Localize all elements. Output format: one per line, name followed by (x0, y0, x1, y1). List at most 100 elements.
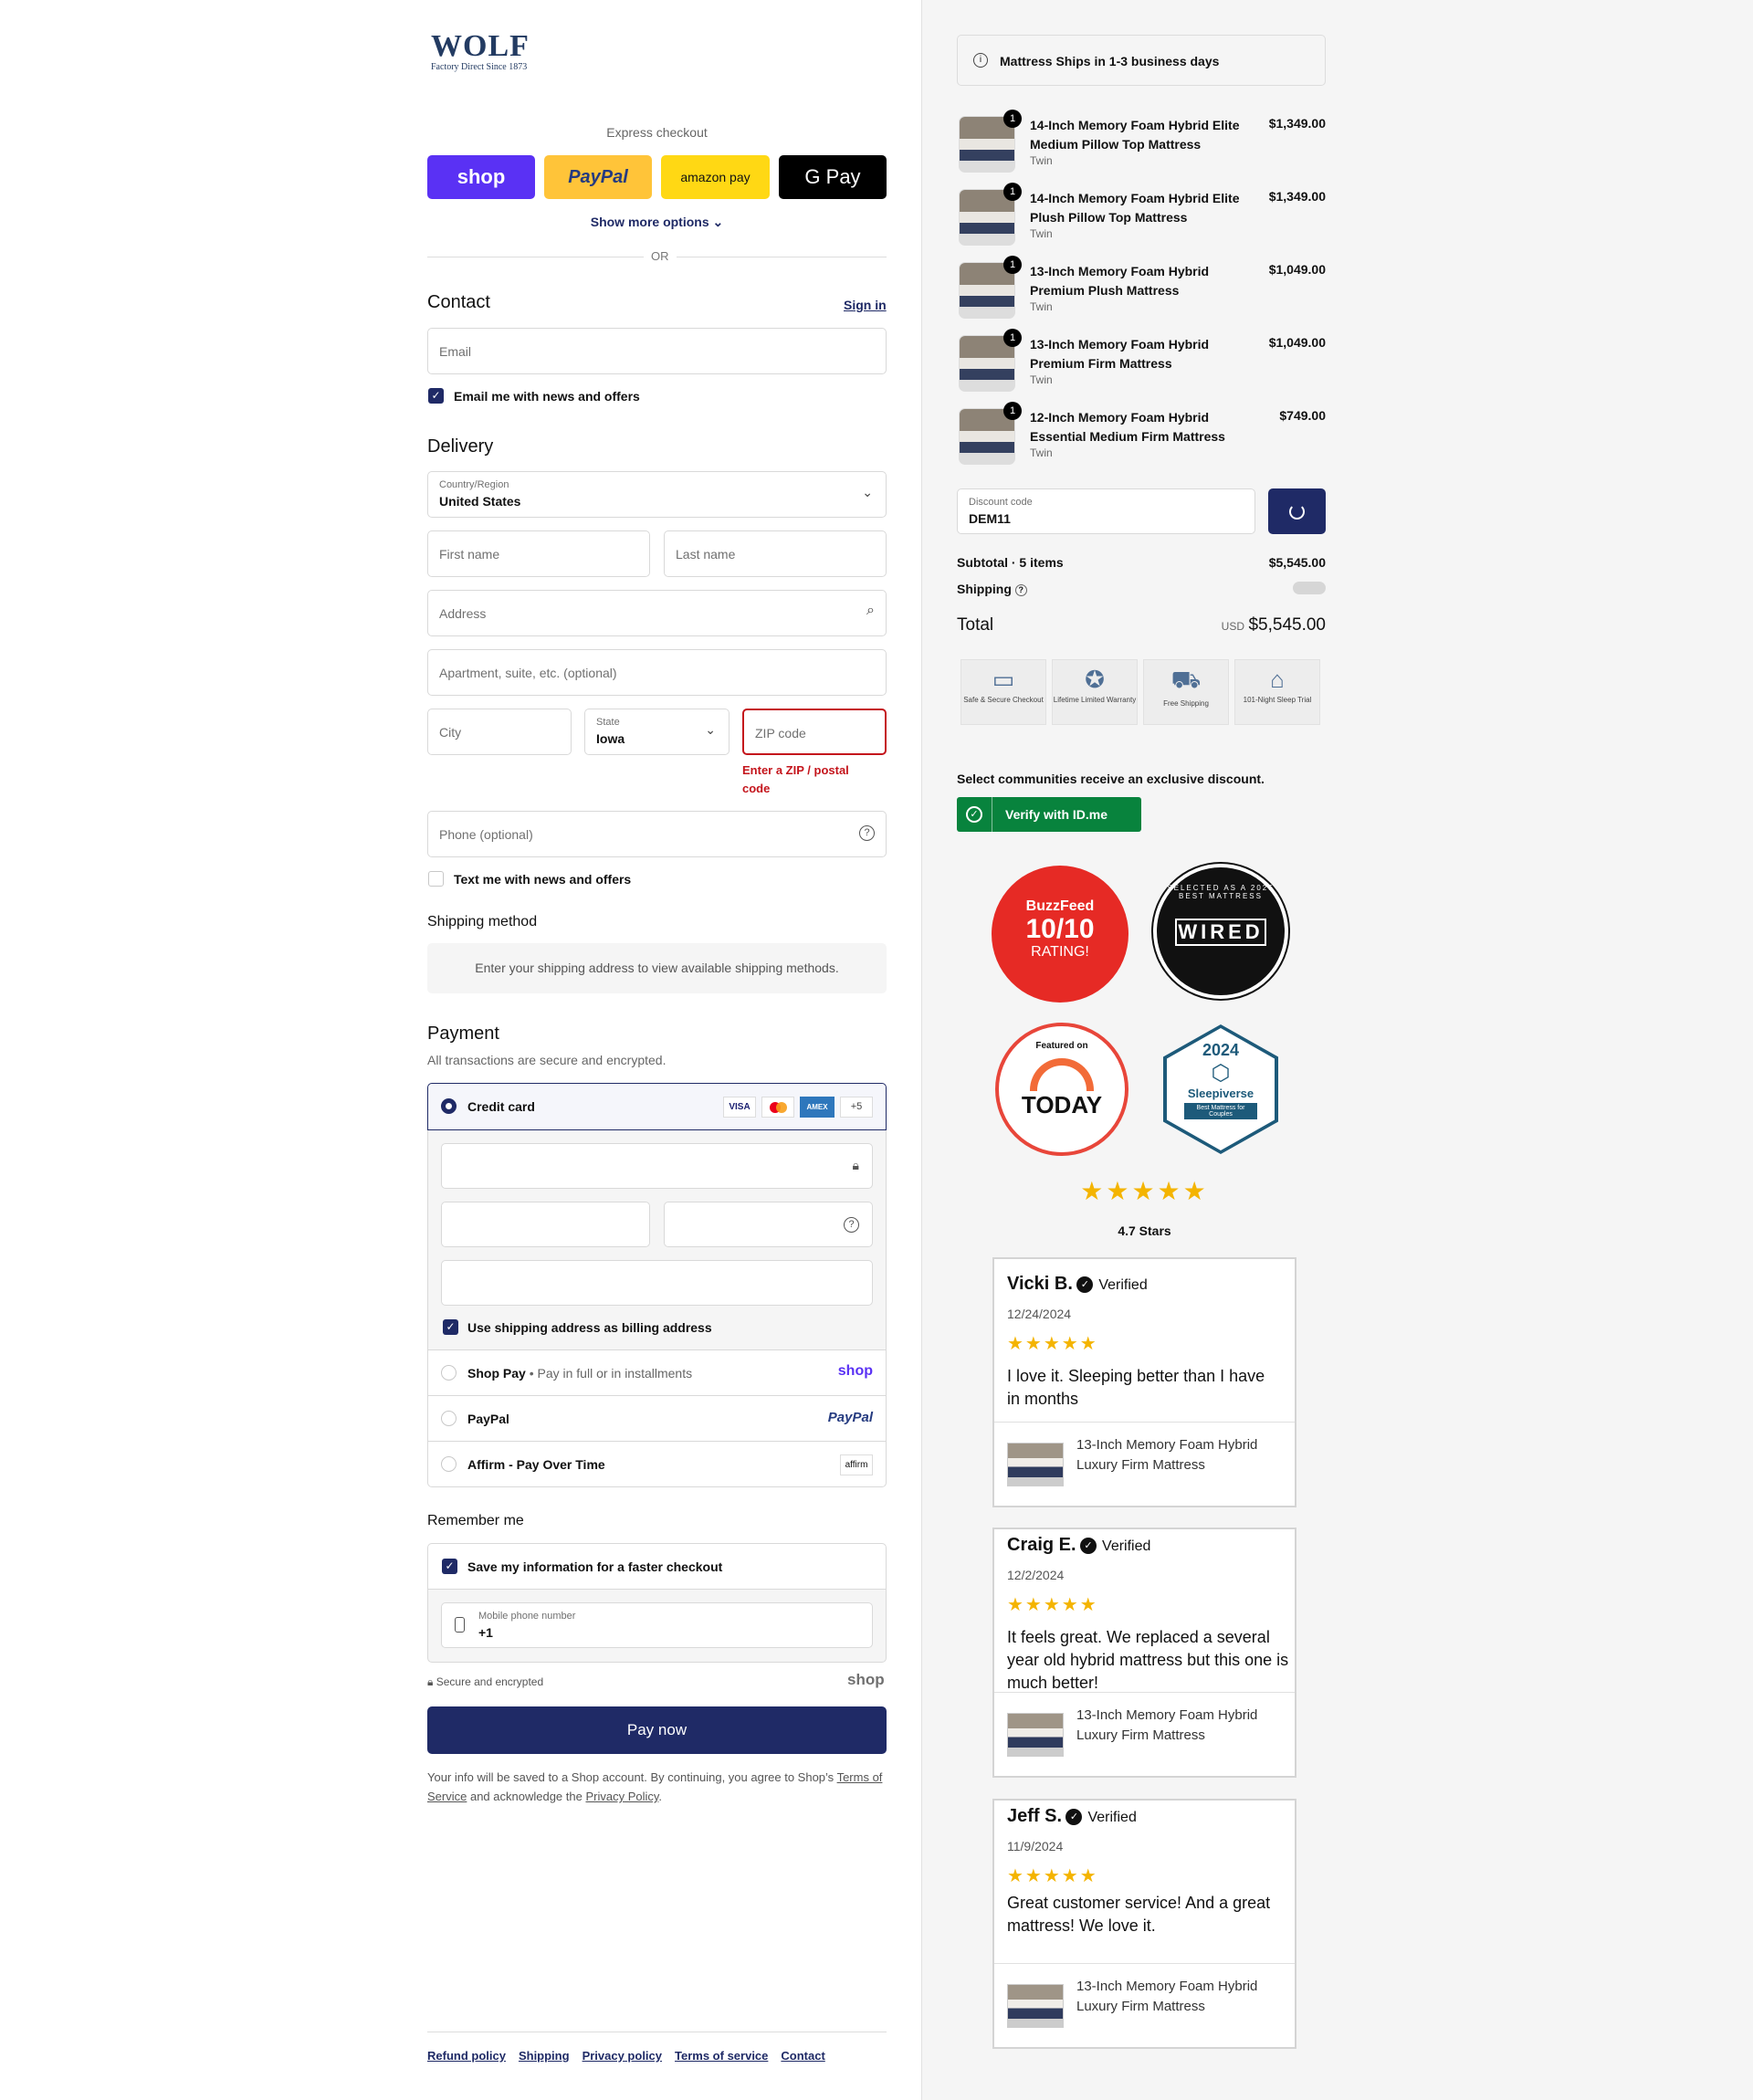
brand-logo[interactable]: WOLF Factory Direct Since 1873 (431, 29, 530, 72)
email-news-checkbox[interactable]: ✓ (428, 388, 444, 404)
review-stars: ★★★★★ (1007, 1595, 1098, 1615)
reviewer-name: Vicki B. (1007, 1274, 1073, 1294)
mobile-phone-field[interactable]: Mobile phone number +1 (441, 1602, 873, 1648)
search-icon: ⌕ (866, 603, 875, 618)
email-field[interactable]: Email (427, 328, 887, 374)
save-info-row[interactable]: ✓ Save my information for a faster check… (427, 1543, 887, 1590)
google-pay-express-button[interactable]: G Pay (779, 155, 887, 199)
credit-card-radio[interactable] (441, 1098, 457, 1114)
expiration-field[interactable] (441, 1202, 650, 1247)
review-stars: ★★★★★ (1007, 1334, 1098, 1354)
verified-icon: ✓ (1065, 1809, 1083, 1825)
billing-same-checkbox[interactable]: ✓ (443, 1319, 458, 1335)
zip-error: Enter a ZIP / postal code (742, 763, 849, 795)
paypal-label: PayPal (467, 1412, 509, 1426)
apply-discount-button[interactable] (1268, 488, 1326, 534)
quantity-badge: 1 (1003, 256, 1022, 274)
paypal-express-button[interactable]: PayPal (544, 155, 652, 199)
zip-field[interactable]: ZIP code (742, 709, 887, 755)
phone-field[interactable]: Phone (optional) ? (427, 811, 887, 857)
save-info-checkbox[interactable]: ✓ (442, 1559, 457, 1574)
discount-value: DEM11 (969, 511, 1011, 526)
sign-in-link[interactable]: Sign in (844, 298, 887, 312)
discount-label: Discount code (969, 497, 1033, 508)
quantity-badge: 1 (1003, 329, 1022, 347)
affirm-radio[interactable] (441, 1456, 457, 1472)
email-placeholder: Email (439, 344, 472, 359)
privacy-policy-link[interactable]: Privacy policy (583, 2049, 662, 2063)
show-more-options-label: Show more options (590, 215, 709, 229)
remember-heading: Remember me (427, 1513, 524, 1528)
wired-name: WIRED (1175, 919, 1266, 946)
contact-link[interactable]: Contact (781, 2049, 824, 2063)
review-product-title: 13-Inch Memory Foam Hybrid Luxury Firm M… (1076, 1979, 1258, 2014)
buzzfeed-label: RATING! (1031, 944, 1089, 960)
bed-icon: ⌂ (1270, 666, 1285, 693)
verify-idme-button[interactable]: ✓ Verify with ID.me (957, 797, 1141, 832)
check-icon: ✓ (966, 806, 982, 823)
help-icon[interactable]: ? (1014, 583, 1027, 596)
verified-label: Verified (1087, 1810, 1137, 1825)
express-title: Express checkout (606, 125, 708, 140)
apartment-field[interactable]: Apartment, suite, etc. (optional) (427, 649, 887, 696)
first-name-placeholder: First name (439, 547, 500, 562)
shop-pay-option[interactable]: Shop Pay • Pay in full or in installment… (427, 1350, 887, 1396)
show-more-options-link[interactable]: Show more options ⌄ (427, 215, 887, 230)
buzzfeed-name: BuzzFeed (1025, 898, 1095, 914)
payment-subtitle: All transactions are secure and encrypte… (427, 1053, 667, 1067)
wired-ring-text: SELECTED AS A 2025 BEST MATTRESS (1167, 884, 1275, 900)
help-icon[interactable]: ? (859, 825, 875, 841)
item-variant: Twin (1030, 300, 1053, 313)
credit-card-option[interactable]: Credit card VISA AMEX +5 (427, 1083, 887, 1130)
city-field[interactable]: City (427, 709, 572, 755)
paypal-option[interactable]: PayPal PayPal (427, 1396, 887, 1442)
item-title: 14-Inch Memory Foam Hybrid Elite Plush P… (1030, 191, 1240, 225)
country-select[interactable]: Country/Region United States ⌄ (427, 471, 887, 518)
last-name-field[interactable]: Last name (664, 530, 887, 577)
logo-text: WOLF (431, 29, 530, 63)
discount-code-field[interactable]: Discount code DEM11 (957, 488, 1255, 534)
contact-heading: Contact (427, 292, 490, 312)
card-number-field[interactable]: 🔒︎ (441, 1143, 873, 1189)
shop-pay-express-button[interactable]: shop (427, 155, 535, 199)
product-image: 1 (959, 183, 1022, 246)
refund-policy-link[interactable]: Refund policy (427, 2049, 506, 2063)
shipping-notice: i Mattress Ships in 1-3 business days (957, 35, 1326, 86)
text-news-checkbox[interactable] (428, 871, 444, 887)
address-field[interactable]: Address ⌕ (427, 590, 887, 636)
verified-label: Verified (1102, 1538, 1151, 1554)
review-product: 13-Inch Memory Foam Hybrid Luxury Firm M… (994, 1422, 1295, 1506)
truck-icon: ⛟ (1170, 666, 1202, 693)
total-value: USD $5,545.00 (1187, 615, 1326, 635)
currency-code: USD (1221, 620, 1245, 633)
terms-of-service-link[interactable]: Terms of service (675, 2049, 768, 2063)
apartment-placeholder: Apartment, suite, etc. (optional) (439, 666, 617, 680)
verified-label: Verified (1098, 1277, 1148, 1293)
mobile-phone-label: Mobile phone number (478, 1611, 576, 1622)
chevron-down-icon: ⌄ (705, 722, 716, 737)
pay-now-button[interactable]: Pay now (427, 1706, 887, 1754)
state-select[interactable]: State Iowa ⌄ (584, 709, 730, 755)
chevron-down-icon: ⌄ (862, 485, 873, 499)
lock-icon: 🔒︎ (852, 1158, 859, 1172)
today-name: TODAY (1021, 1091, 1103, 1118)
help-icon[interactable]: ? (844, 1217, 859, 1233)
security-code-field[interactable]: ? (664, 1202, 873, 1247)
footer-links: Refund policy Shipping Privacy policy Terms… (427, 2048, 838, 2064)
feature-label: Safe & Secure Checkout (963, 696, 1044, 704)
amazon-pay-express-button[interactable]: amazon pay (661, 155, 770, 199)
lock-icon: 🔒︎ (427, 1675, 434, 1688)
review-card: Jeff S. ✓ Verified 11/9/2024 ★★★★★ Great … (992, 1799, 1296, 2049)
shipping-link[interactable]: Shipping (519, 2049, 570, 2063)
quantity-badge: 1 (1003, 183, 1022, 201)
first-name-field[interactable]: First name (427, 530, 650, 577)
affirm-option[interactable]: Affirm - Pay Over Time affirm (427, 1442, 887, 1487)
phone-placeholder: Phone (optional) (439, 827, 533, 842)
paypal-radio[interactable] (441, 1411, 457, 1426)
verified-icon: ✓ (1080, 1538, 1097, 1554)
last-name-placeholder: Last name (676, 547, 736, 562)
shop-pay-radio[interactable] (441, 1365, 457, 1381)
privacy-link[interactable]: Privacy Policy (585, 1790, 658, 1803)
name-on-card-field[interactable] (441, 1260, 873, 1306)
sleep-trial-badge: ⌂ 101-Night Sleep Trial (1234, 659, 1320, 725)
